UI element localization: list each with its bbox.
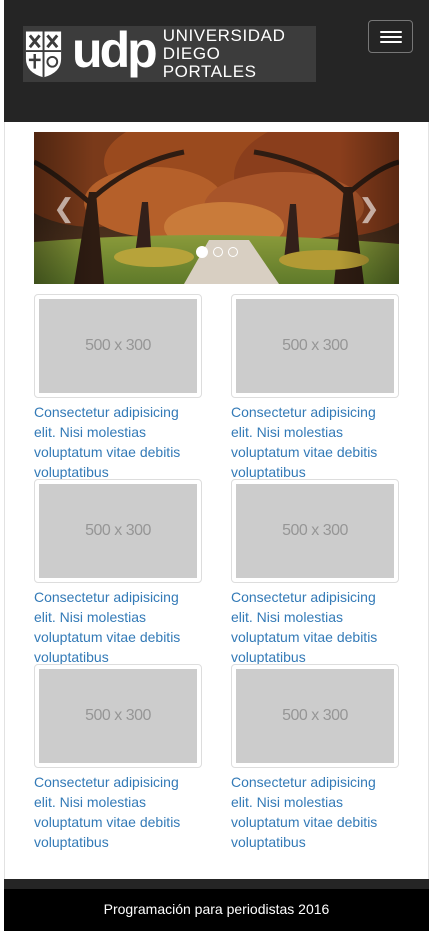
card-caption-link[interactable]: Consectetur adipisicing elit. Nisi moles… [34, 772, 202, 852]
image-placeholder: 500 x 300 [236, 299, 394, 393]
site-footer: Programación para periodistas 2016 [4, 889, 429, 931]
card-1: 500 x 300 Consectetur adipisicing elit. … [34, 294, 202, 482]
chevron-left-icon: ❮ [53, 192, 75, 223]
card-caption-link[interactable]: Consectetur adipisicing elit. Nisi moles… [231, 402, 399, 482]
chevron-right-icon: ❯ [358, 192, 380, 223]
card-caption-link[interactable]: Consectetur adipisicing elit. Nisi moles… [34, 402, 202, 482]
card-thumbnail[interactable]: 500 x 300 [231, 664, 399, 768]
carousel-indicator-1[interactable] [196, 246, 208, 258]
card-thumbnail[interactable]: 500 x 300 [231, 479, 399, 583]
footer-divider [4, 879, 429, 889]
carousel-indicator-3[interactable] [228, 247, 238, 257]
menu-toggle-button[interactable] [368, 20, 413, 53]
hamburger-menu-icon [380, 31, 402, 33]
image-placeholder: 500 x 300 [236, 669, 394, 763]
logo-line-2: DIEGO PORTALES [162, 44, 257, 81]
image-placeholder: 500 x 300 [236, 484, 394, 578]
carousel-prev-button[interactable]: ❮ [34, 132, 94, 284]
card-thumbnail[interactable]: 500 x 300 [34, 479, 202, 583]
image-carousel: ❮ ❯ [34, 132, 399, 284]
navbar: udp UNIVERSIDAD DIEGO PORTALES [4, 0, 429, 122]
card-caption-link[interactable]: Consectetur adipisicing elit. Nisi moles… [231, 772, 399, 852]
card-5: 500 x 300 Consectetur adipisicing elit. … [34, 664, 202, 852]
card-2: 500 x 300 Consectetur adipisicing elit. … [231, 294, 399, 482]
image-placeholder: 500 x 300 [39, 669, 197, 763]
logo-text: UNIVERSIDAD DIEGO PORTALES [163, 27, 316, 81]
card-6: 500 x 300 Consectetur adipisicing elit. … [231, 664, 399, 852]
brand-logo[interactable]: udp UNIVERSIDAD DIEGO PORTALES [23, 22, 316, 82]
image-placeholder: 500 x 300 [39, 484, 197, 578]
carousel-indicator-2[interactable] [213, 247, 223, 257]
hamburger-menu-icon [380, 36, 402, 38]
card-4: 500 x 300 Consectetur adipisicing elit. … [231, 479, 399, 667]
footer-text: Programación para periodistas 2016 [103, 901, 330, 917]
card-thumbnail[interactable]: 500 x 300 [231, 294, 399, 398]
card-thumbnail[interactable]: 500 x 300 [34, 294, 202, 398]
card-3: 500 x 300 Consectetur adipisicing elit. … [34, 479, 202, 667]
carousel-indicators [196, 246, 238, 258]
card-caption-link[interactable]: Consectetur adipisicing elit. Nisi moles… [34, 587, 202, 667]
logo-mark: udp [72, 22, 158, 78]
card-thumbnail[interactable]: 500 x 300 [34, 664, 202, 768]
carousel-next-button[interactable]: ❯ [339, 132, 399, 284]
hamburger-menu-icon [380, 41, 402, 43]
university-shield-icon [25, 31, 62, 78]
logo-line-1: UNIVERSIDAD [162, 26, 286, 45]
image-placeholder: 500 x 300 [39, 299, 197, 393]
card-caption-link[interactable]: Consectetur adipisicing elit. Nisi moles… [231, 587, 399, 667]
